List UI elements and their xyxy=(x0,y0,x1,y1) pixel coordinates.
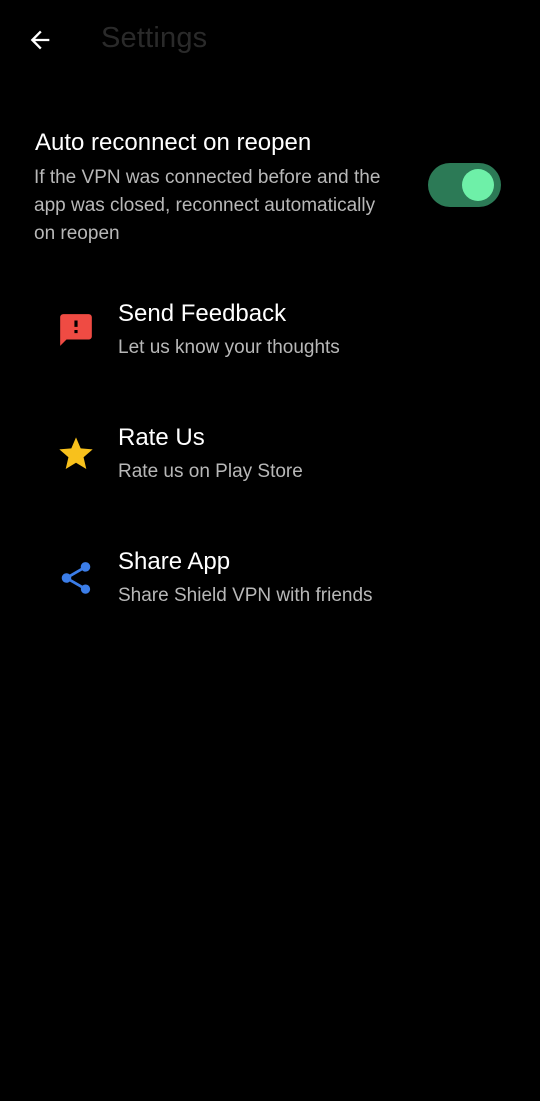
share-app-title: Share App xyxy=(118,548,231,575)
top-app-bar: Settings xyxy=(0,0,540,80)
arrow-left-icon xyxy=(30,30,50,50)
rate-us-subtitle: Rate us on Play Store xyxy=(118,461,303,482)
auto-reconnect-description: If the VPN was connected before and the … xyxy=(34,167,381,244)
back-button[interactable] xyxy=(18,18,62,62)
auto-reconnect-setting[interactable]: Auto reconnect on reopen If the VPN was … xyxy=(0,120,540,256)
share-icon xyxy=(56,558,96,598)
share-app-subtitle: Share Shield VPN with friends xyxy=(118,585,373,606)
feedback-icon xyxy=(56,310,96,350)
send-feedback-title: Send Feedback xyxy=(118,300,287,327)
settings-screen: Settings Auto reconnect on reopen If the… xyxy=(0,0,540,1101)
settings-list: Send Feedback Let us know your thoughts … xyxy=(0,282,540,654)
auto-reconnect-toggle[interactable] xyxy=(428,163,501,207)
star-icon xyxy=(56,434,96,474)
rate-us-title: Rate Us xyxy=(118,424,205,451)
auto-reconnect-title: Auto reconnect on reopen xyxy=(35,129,312,156)
send-feedback-subtitle: Let us know your thoughts xyxy=(118,337,340,358)
page-title: Settings xyxy=(101,22,208,54)
toggle-knob xyxy=(462,169,494,201)
share-app-item[interactable]: Share App Share Shield VPN with friends xyxy=(0,530,540,654)
rate-us-item[interactable]: Rate Us Rate us on Play Store xyxy=(0,406,540,530)
send-feedback-item[interactable]: Send Feedback Let us know your thoughts xyxy=(0,282,540,406)
